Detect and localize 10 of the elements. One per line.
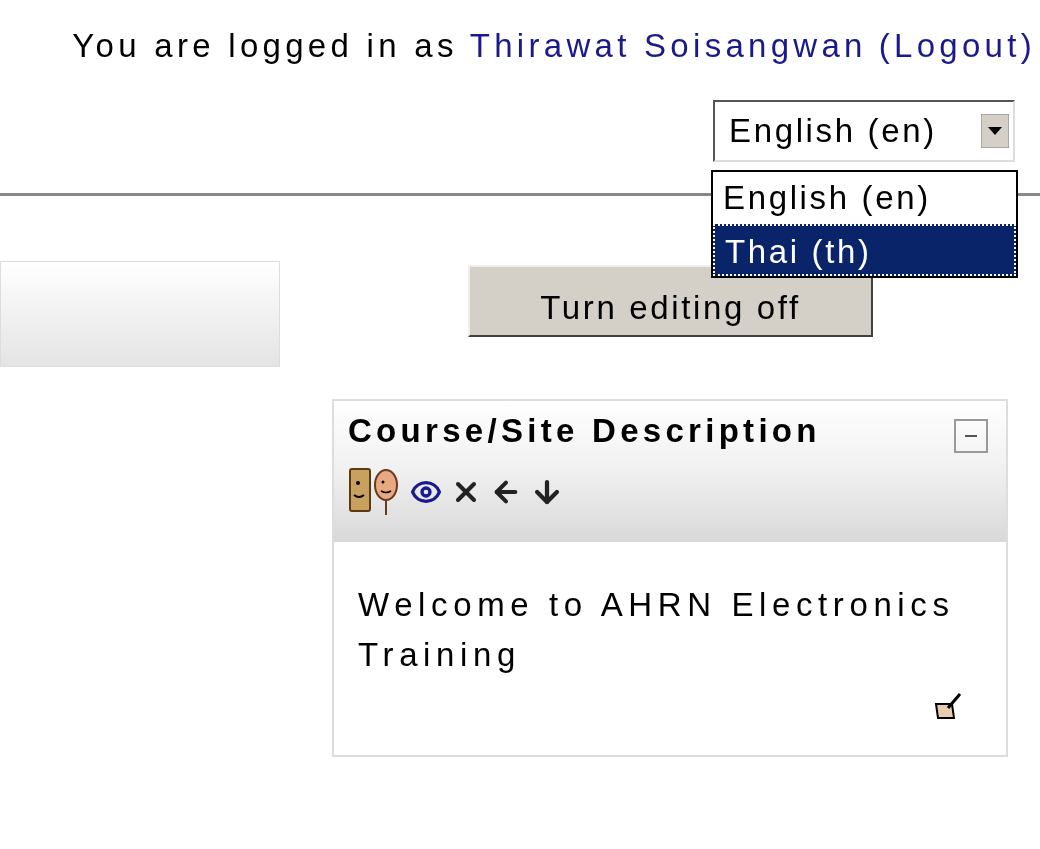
- user-name-link[interactable]: Thirawat Soisangwan: [469, 26, 867, 66]
- welcome-text: Welcome to AHRN Electronics Training: [358, 585, 956, 675]
- collapse-icon[interactable]: [954, 419, 988, 453]
- edit-icon[interactable]: [932, 690, 962, 720]
- language-select[interactable]: English (en): [713, 100, 1015, 162]
- logout-link[interactable]: (Logout): [878, 26, 1036, 66]
- dropdown-arrow-icon: [981, 114, 1009, 148]
- login-text: You are logged in as: [72, 26, 458, 66]
- block-title: Course/Site Description: [348, 411, 821, 451]
- language-option[interactable]: Thai (th): [713, 224, 1016, 276]
